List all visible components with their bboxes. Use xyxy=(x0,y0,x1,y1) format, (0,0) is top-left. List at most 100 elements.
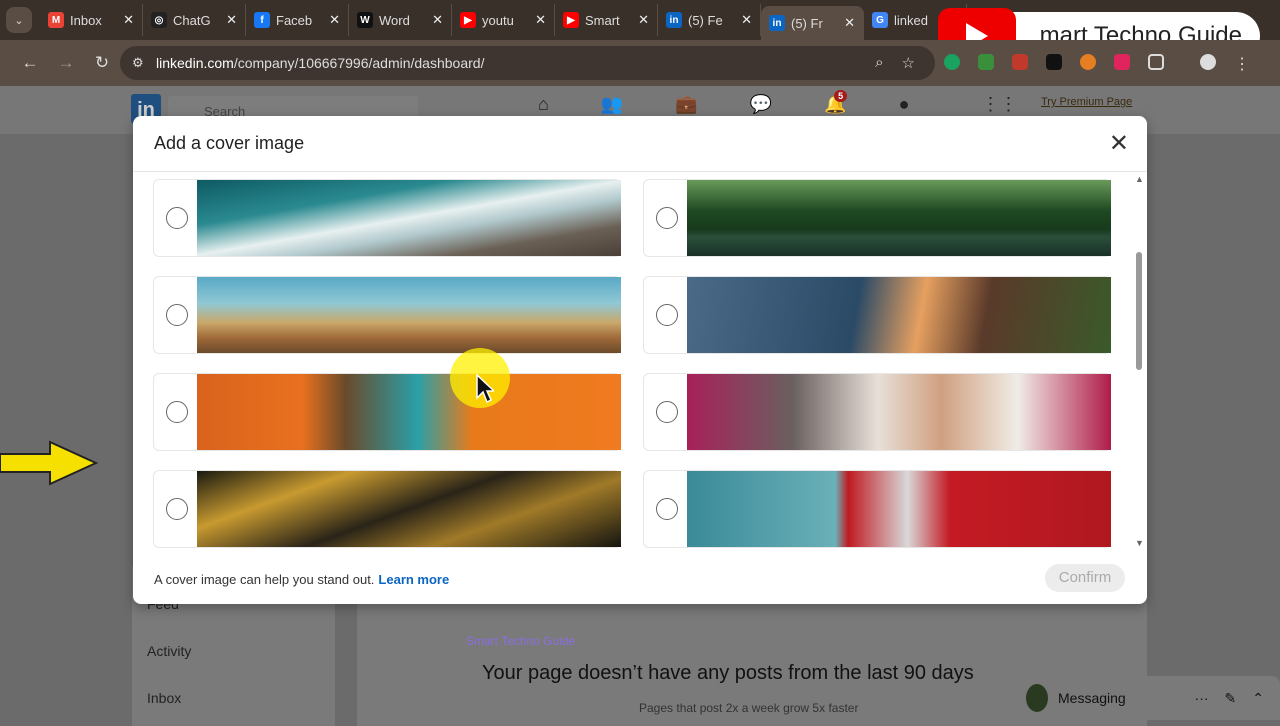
cover-option-city-night[interactable] xyxy=(153,470,621,548)
dialog-title: Add a cover image xyxy=(154,133,305,153)
radio-button[interactable] xyxy=(656,498,678,520)
tab-chatg[interactable]: ◎ ChatG ✕ xyxy=(143,4,246,36)
sidebar-item-activity[interactable]: Activity xyxy=(147,643,191,659)
google-icon: G xyxy=(872,12,888,28)
tab-word[interactable]: W Word ✕ xyxy=(349,4,452,36)
address-bar: ← → ↻ ⚙ linkedin.com/company/106667996/a… xyxy=(0,40,1280,86)
tab-5fe[interactable]: in (5) Fe ✕ xyxy=(658,4,761,36)
grammarly-icon[interactable] xyxy=(944,54,960,70)
close-icon[interactable]: ✕ xyxy=(1109,132,1129,156)
apps-grid-icon[interactable]: ⋮⋮ xyxy=(981,94,1017,115)
tab-inbox[interactable]: M Inbox ✕ xyxy=(40,4,143,36)
extension-icon[interactable] xyxy=(1114,54,1130,70)
cover-option-glass-house-forest[interactable] xyxy=(643,179,1111,257)
sidebar-item-inbox[interactable]: Inbox xyxy=(147,690,181,706)
close-tab-icon[interactable]: ✕ xyxy=(844,15,855,31)
confirm-button[interactable]: Confirm xyxy=(1045,564,1125,592)
facebook-icon: f xyxy=(254,12,270,28)
messaging-label: Messaging xyxy=(1058,690,1126,706)
scrollbar[interactable]: ▲ ▼ xyxy=(1133,174,1147,548)
profile-icon[interactable] xyxy=(1200,54,1216,70)
site-info-icon[interactable]: ⚙ xyxy=(132,55,144,71)
tab-title: linked xyxy=(894,12,928,28)
url-path: /company/106667996/admin/dashboard/ xyxy=(233,55,485,71)
cover-image-orange-storefront[interactable] xyxy=(197,374,621,450)
url-domain: linkedin.com xyxy=(156,55,234,71)
cover-image-red-teal-architecture[interactable] xyxy=(687,471,1111,547)
gmail-icon: M xyxy=(48,12,64,28)
reload-icon[interactable]: ↻ xyxy=(84,53,120,73)
chatgpt-icon: ◎ xyxy=(151,12,167,28)
menu-icon[interactable]: ⋮ xyxy=(1234,54,1250,73)
cover-option-ocean-waves[interactable] xyxy=(153,179,621,257)
try-premium-link[interactable]: Try Premium Page xyxy=(1041,96,1132,108)
home-icon[interactable]: ⌂ xyxy=(538,94,549,115)
cover-image-city-night[interactable] xyxy=(197,471,621,547)
close-tab-icon[interactable]: ✕ xyxy=(638,12,649,28)
tab-faceb[interactable]: f Faceb ✕ xyxy=(246,4,349,36)
youtube-icon: ▶ xyxy=(460,12,476,28)
messaging-icon[interactable]: 💬 xyxy=(750,94,772,115)
url-input[interactable]: ⚙ linkedin.com/company/106667996/admin/d… xyxy=(120,46,935,80)
watermark: Smart Techno Guide xyxy=(466,634,576,648)
cover-option-red-teal-architecture[interactable] xyxy=(643,470,1111,548)
yellow-arrow-icon xyxy=(0,440,98,486)
seo-icon[interactable] xyxy=(1012,54,1028,70)
notification-badge: 5 xyxy=(834,90,848,102)
radio-button[interactable] xyxy=(166,207,188,229)
linkedin-icon: in xyxy=(769,15,785,31)
back-icon[interactable]: ← xyxy=(12,53,48,73)
me-avatar[interactable]: ● xyxy=(899,94,910,115)
close-tab-icon[interactable]: ✕ xyxy=(329,12,340,28)
radio-button[interactable] xyxy=(166,304,188,326)
network-icon[interactable]: 👥 xyxy=(601,94,623,115)
posting-tip: Pages that post 2x a week grow 5x faster xyxy=(639,701,859,715)
cover-image-palm-shadow-bougainvillea[interactable] xyxy=(687,374,1111,450)
wordpress-icon: W xyxy=(357,12,373,28)
extensions-puzzle-icon[interactable] xyxy=(1148,54,1164,70)
extension-icon[interactable] xyxy=(978,54,994,70)
add-cover-image-dialog: Add a cover image ✕ ▲ ▼ A cover image can… xyxy=(133,116,1147,604)
zoom-icon[interactable]: ⌕ xyxy=(875,54,883,72)
jobs-icon[interactable]: 💼 xyxy=(675,94,697,115)
extension-icon[interactable] xyxy=(1046,54,1062,70)
radio-button[interactable] xyxy=(656,304,678,326)
cover-image-list xyxy=(153,179,1123,553)
compose-icon[interactable]: ✎ xyxy=(1225,690,1237,707)
tab-title: Word xyxy=(379,12,410,28)
cover-image-wildflowers[interactable] xyxy=(197,277,621,353)
tab-youtu[interactable]: ▶ youtu ✕ xyxy=(452,4,555,36)
chevron-up-icon[interactable]: ⌃ xyxy=(1252,690,1264,707)
close-tab-icon[interactable]: ✕ xyxy=(226,12,237,28)
radio-button[interactable] xyxy=(656,207,678,229)
close-tab-icon[interactable]: ✕ xyxy=(123,12,134,28)
close-tab-icon[interactable]: ✕ xyxy=(432,12,443,28)
cover-image-glass-house-forest[interactable] xyxy=(687,180,1111,256)
forward-icon[interactable]: → xyxy=(48,53,84,73)
notifications-icon[interactable]: 🔔 5 xyxy=(824,90,848,115)
cover-option-palm-shadow-bougainvillea[interactable] xyxy=(643,373,1111,451)
tab-title: ChatG xyxy=(173,12,211,28)
close-tab-icon[interactable]: ✕ xyxy=(741,12,752,28)
tab-search-button[interactable]: ⌄ xyxy=(6,7,32,33)
more-icon[interactable]: ··· xyxy=(1195,690,1209,707)
cover-option-orange-storefront[interactable] xyxy=(153,373,621,451)
no-posts-heading: Your page doesn’t have any posts from th… xyxy=(482,662,974,684)
extension-icon[interactable] xyxy=(1080,54,1096,70)
footer-text: A cover image can help you stand out. xyxy=(154,571,375,587)
tab-5fr[interactable]: in (5) Fr ✕ xyxy=(761,6,864,40)
extensions: ⋮ xyxy=(944,54,1250,73)
bookmark-star-icon[interactable]: ☆ xyxy=(902,54,915,72)
mouse-cursor-icon xyxy=(476,374,494,404)
cover-image-ocean-waves[interactable] xyxy=(197,180,621,256)
close-tab-icon[interactable]: ✕ xyxy=(535,12,546,28)
cover-option-wildflowers[interactable] xyxy=(153,276,621,354)
cover-image-sunset-cliffs-waterfall[interactable] xyxy=(687,277,1111,353)
radio-button[interactable] xyxy=(166,498,188,520)
radio-button[interactable] xyxy=(656,401,678,423)
messaging-bar[interactable]: Messaging ··· ✎ ⌃ xyxy=(1012,676,1280,720)
tab-smart[interactable]: ▶ Smart ✕ xyxy=(555,4,658,36)
cover-option-sunset-cliffs-waterfall[interactable] xyxy=(643,276,1111,354)
learn-more-link[interactable]: Learn more xyxy=(378,572,449,587)
radio-button[interactable] xyxy=(166,401,188,423)
